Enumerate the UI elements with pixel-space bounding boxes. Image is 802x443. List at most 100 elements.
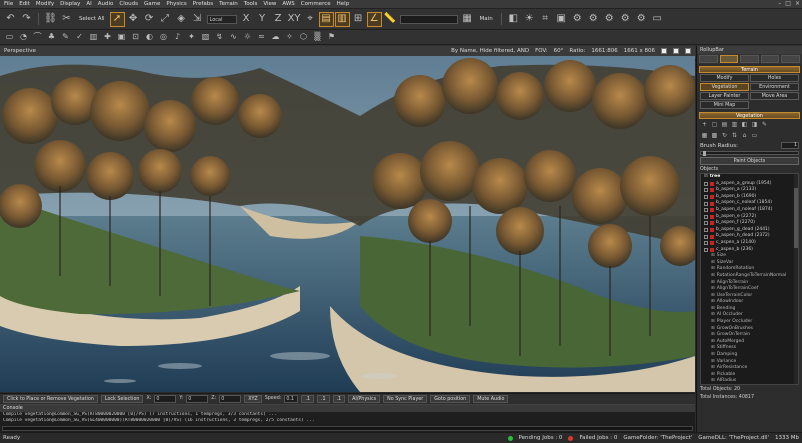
objects-list[interactable]: ⊟ tree a_aspen_a_group (1954) b_aspen_a (2… [700, 173, 799, 385]
select-all-button[interactable]: Select All [76, 16, 108, 22]
list-item[interactable]: b_aspen_c_noleaf (1854) [701, 200, 798, 207]
property-row[interactable]: ⊞ RotationRangeToTerrainNormal [701, 273, 798, 280]
property-row[interactable]: ⊞ UseTerrainColor [701, 293, 798, 300]
list-item[interactable]: b_aspen_h_dead (2372) [701, 233, 798, 240]
axis-z-button[interactable]: Z [272, 13, 285, 26]
z-coordinate-input[interactable]: 0 [219, 394, 242, 403]
brush-radius-slider[interactable] [700, 151, 799, 156]
ai-point-icon[interactable]: ✧ [284, 32, 295, 43]
menu-item-game[interactable]: Game [144, 0, 160, 9]
clear-icon[interactable]: ▭ [751, 132, 758, 139]
lock-selection-button[interactable]: Lock Selection [100, 394, 144, 403]
list-item[interactable]: b_aspen_a (2133) [701, 187, 798, 194]
add-object-icon[interactable]: + [701, 121, 708, 128]
select-tool-icon[interactable]: ➚ [109, 11, 125, 27]
console-input[interactable] [2, 426, 693, 431]
scale-tool-icon[interactable]: ⤢ [159, 13, 172, 26]
axis-y-button[interactable]: Y [256, 13, 269, 26]
smooth-icon[interactable]: ◔ [18, 32, 29, 43]
property-row[interactable]: ⊞ AIRadius [701, 378, 798, 384]
show-icon[interactable]: ◨ [751, 121, 758, 128]
place-vegetation-button[interactable]: Click to Place or Remove Vegetation [3, 394, 98, 403]
particle-icon[interactable]: ✦ [186, 32, 197, 43]
flowgraph-icon[interactable]: ⚙ [571, 13, 584, 26]
water-icon[interactable]: ≈ [256, 32, 267, 43]
property-row[interactable]: ⊞ Pickable [701, 372, 798, 379]
settings-icon[interactable]: ⚙ [603, 13, 616, 26]
import-icon[interactable]: ▤ [721, 121, 728, 128]
helpers-toggle[interactable] [673, 48, 679, 54]
slider-handle[interactable] [703, 151, 706, 156]
river-icon[interactable]: ∿ [228, 32, 239, 43]
list-item[interactable]: c_aspen_a (2140) [701, 240, 798, 247]
undo-icon[interactable]: ↶ [4, 13, 17, 26]
ai-physics-button[interactable]: AI/Physics [348, 394, 381, 403]
visibility-checkbox[interactable] [704, 214, 708, 219]
viewport-3d[interactable] [0, 56, 695, 392]
layers-tab[interactable] [781, 55, 800, 63]
property-row[interactable]: ⊞ AutoMerged [701, 339, 798, 346]
move-area-button[interactable]: Move Area [750, 92, 799, 100]
raise-icon[interactable]: ⌒ [32, 32, 43, 43]
info-toggle[interactable] [661, 48, 667, 54]
maximize-button[interactable]: □ [785, 0, 791, 7]
property-row[interactable]: ⊞ Bending [701, 306, 798, 313]
console-icon[interactable]: ▭ [651, 13, 664, 26]
terrain-section-title[interactable]: Terrain [699, 66, 800, 73]
selection-set-field[interactable] [399, 14, 458, 24]
vehicle-icon[interactable]: ⚑ [326, 32, 337, 43]
visibility-checkbox[interactable] [704, 241, 708, 246]
no-sync-player-button[interactable]: No Sync Player [383, 394, 428, 403]
angle-snap-icon[interactable]: ∠ [366, 11, 382, 27]
property-row[interactable]: ⊞ Damping [701, 352, 798, 359]
speed-preset-1[interactable]: .1 [301, 394, 314, 403]
menu-item-modify[interactable]: Modify [36, 0, 54, 9]
x-coordinate-input[interactable]: 0 [154, 394, 177, 403]
visibility-checkbox[interactable] [704, 201, 708, 206]
menu-item-ai[interactable]: AI [86, 0, 91, 9]
edit-icon[interactable]: ✎ [761, 121, 768, 128]
list-item[interactable]: b_aspen_d_noleaf (1874) [701, 207, 798, 214]
visibility-checkbox[interactable] [704, 247, 708, 252]
track-view-icon[interactable]: ⌗ [539, 13, 552, 26]
menu-item-commerce[interactable]: Commerce [301, 0, 331, 9]
visibility-checkbox[interactable] [704, 195, 708, 200]
align-tool-icon[interactable]: ⇲ [191, 13, 204, 26]
modify-button[interactable]: Modify [700, 74, 749, 82]
layers-icon[interactable]: ▦ [461, 13, 474, 26]
property-row[interactable]: ⊞ Stiffness [701, 345, 798, 352]
material-icon[interactable]: ◧ [507, 13, 520, 26]
lighting-icon[interactable]: ☀ [523, 13, 536, 26]
menu-item-help[interactable]: Help [337, 0, 350, 9]
property-row[interactable]: ⊞ Player Occluder [701, 319, 798, 326]
home-icon[interactable]: ⌂ [741, 132, 748, 139]
property-row[interactable]: ⊞ AirResistance [701, 365, 798, 372]
shape-icon[interactable]: ⊡ [130, 32, 141, 43]
ruler-icon[interactable]: 📏 [384, 13, 397, 26]
axis-xy-button[interactable]: XY [288, 13, 301, 26]
grid-snap-icon[interactable]: ⊞ [352, 13, 365, 26]
fog-icon[interactable]: ▒ [312, 32, 323, 43]
brush-radius-input[interactable]: 1 [781, 142, 799, 149]
list-category[interactable]: ⊟ tree [701, 174, 798, 181]
menu-item-prefabs[interactable]: Prefabs [193, 0, 213, 9]
group-icon[interactable]: ▦ [701, 132, 708, 139]
objects-tab[interactable] [699, 55, 718, 63]
speed-preset-3[interactable]: .1 [332, 394, 346, 403]
visibility-checkbox[interactable] [704, 234, 708, 239]
menu-item-physics[interactable]: Physics [166, 0, 186, 9]
clone-icon[interactable]: ▢ [711, 121, 718, 128]
speed-preset-2[interactable]: .1 [316, 394, 330, 403]
menu-item-file[interactable]: File [4, 0, 13, 9]
visibility-checkbox[interactable] [704, 208, 708, 213]
snap-icon[interactable]: ⌖ [304, 13, 317, 26]
display-tab[interactable] [760, 55, 780, 63]
property-row[interactable]: ⊞ AlignToTerrainCoef [701, 286, 798, 293]
list-item[interactable]: b_aspen_f (2270) [701, 220, 798, 227]
terrain-snap-icon[interactable]: ▤ [318, 11, 334, 27]
redo-icon[interactable]: ↷ [20, 13, 33, 26]
replace-icon[interactable]: ↻ [721, 132, 728, 139]
lua-icon[interactable]: ⚙ [635, 13, 648, 26]
terrain-tab[interactable] [719, 55, 739, 63]
decal-icon[interactable]: ▧ [200, 32, 211, 43]
